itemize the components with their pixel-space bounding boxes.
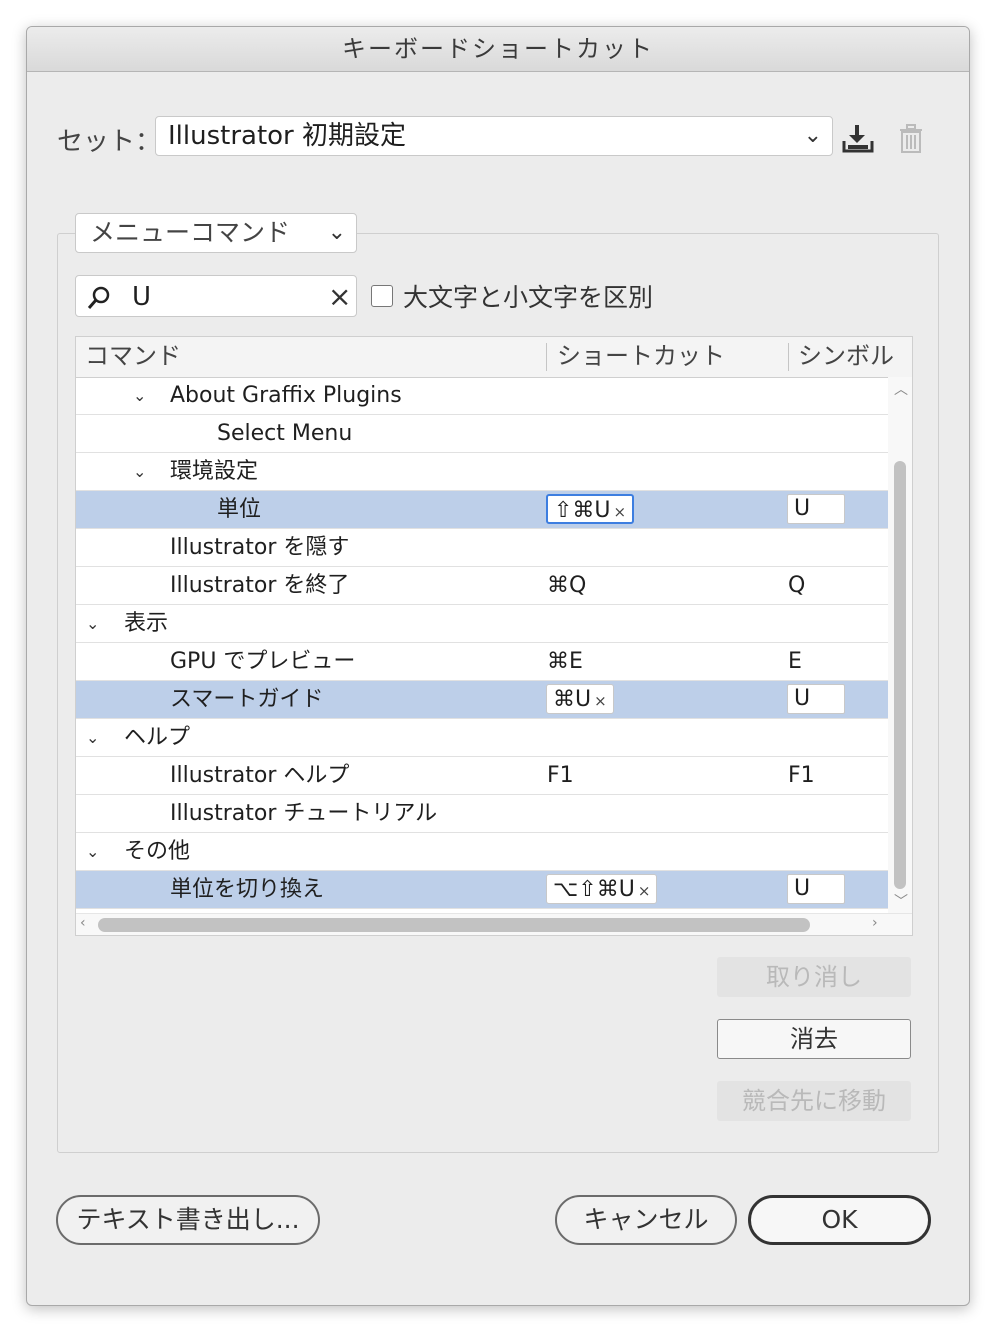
table-body: ⌄ About Graffix Plugins Select Menu ⌄ 環境設定単位… (76, 377, 888, 909)
cancel-button[interactable]: キャンセル (555, 1195, 737, 1245)
column-header-shortcut[interactable]: ショートカット (557, 337, 725, 375)
table-row[interactable]: ⌄ 環境設定 (76, 453, 888, 491)
column-divider (788, 343, 789, 371)
set-dropdown-value: Illustrator 初期設定 (168, 121, 407, 151)
command-label: Illustrator チュートリアル (170, 801, 438, 826)
symbol-field[interactable]: U (787, 494, 845, 524)
undo-button[interactable]: 取り消し (717, 957, 911, 997)
window-title: キーボードショートカット (27, 27, 969, 72)
chevron-down-icon[interactable]: ⌄ (86, 833, 99, 870)
remove-shortcut-icon[interactable]: × (614, 503, 627, 521)
table-row[interactable]: スマートガイド ⌘U × U (76, 681, 888, 719)
close-icon[interactable]: × (328, 280, 351, 314)
clear-button[interactable]: 消去 (717, 1019, 911, 1059)
trash-icon[interactable] (897, 123, 925, 159)
table-row[interactable]: ⌄ ヘルプ (76, 719, 888, 757)
command-label: 単位 (217, 497, 262, 522)
horizontal-scroll-thumb[interactable] (98, 918, 810, 932)
shortcut-value[interactable]: ⌘E (547, 643, 583, 680)
command-label: GPU でプレビュー (170, 649, 356, 674)
shortcut-table: コマンド ショートカット シンボル ⌄ About Graffix Plugins… (75, 336, 913, 936)
shortcut-field[interactable]: ⌥⇧⌘U × (546, 874, 658, 904)
symbol-value[interactable]: F1 (788, 757, 815, 794)
shortcut-value[interactable]: F1 (547, 757, 574, 794)
case-sensitive-label: 大文字と小文字を区別 (403, 283, 654, 312)
search-icon (86, 285, 112, 315)
chevron-down-icon: ⌄ (327, 220, 346, 245)
scroll-left-icon[interactable]: ‹ (80, 915, 86, 931)
shortcut-value: ⇧⌘U (554, 498, 611, 523)
download-icon[interactable] (841, 123, 877, 159)
shortcut-field[interactable]: ⌘U × (546, 684, 614, 714)
command-label: 単位を切り換え (170, 877, 325, 902)
command-label: 表示 (124, 611, 169, 636)
remove-shortcut-icon[interactable]: × (638, 882, 651, 900)
search-input[interactable]: U (132, 278, 151, 316)
command-label: スマートガイド (170, 687, 324, 712)
command-label: Illustrator ヘルプ (170, 763, 350, 788)
table-row[interactable]: ⌄ 表示 (76, 605, 888, 643)
table-row[interactable]: 単位 ⇧⌘U × U (76, 491, 888, 529)
shortcut-value[interactable]: ⌘Q (547, 567, 586, 604)
symbol-value[interactable]: E (788, 643, 802, 680)
command-label: About Graffix Plugins (170, 383, 402, 408)
command-label: Illustrator を隠す (170, 535, 350, 560)
table-header: コマンド ショートカット シンボル (76, 337, 912, 378)
chevron-down-icon[interactable]: ⌄ (133, 453, 146, 490)
horizontal-scrollbar[interactable]: ‹ › (76, 913, 912, 935)
chevron-down-icon[interactable]: ⌄ (133, 377, 146, 414)
table-row[interactable]: Illustrator ヘルプ F1 F1 (76, 757, 888, 795)
chevron-down-icon[interactable]: ⌄ (86, 605, 99, 642)
symbol-field[interactable]: U (787, 874, 845, 904)
table-row[interactable]: Select Menu (76, 415, 888, 453)
table-row[interactable]: Illustrator チュートリアル (76, 795, 888, 833)
shortcut-value: ⌥⇧⌘U (553, 877, 635, 902)
command-label: Illustrator を終了 (170, 573, 350, 598)
export-text-button[interactable]: テキスト書き出し... (56, 1195, 320, 1245)
vertical-scroll-thumb[interactable] (894, 461, 906, 889)
set-dropdown[interactable]: Illustrator 初期設定 ⌄ (155, 116, 833, 156)
vertical-scrollbar[interactable]: ︿ ﹀ (888, 377, 912, 913)
scroll-down-icon[interactable]: ﹀ (894, 891, 908, 911)
table-row[interactable]: Illustrator を終了 ⌘Q Q (76, 567, 888, 605)
command-label: その他 (124, 839, 191, 864)
command-label: ヘルプ (124, 725, 191, 750)
command-type-value: メニューコマンド (90, 218, 291, 247)
case-sensitive-checkbox[interactable] (371, 285, 393, 307)
command-label: 環境設定 (170, 459, 259, 484)
shortcut-field[interactable]: ⇧⌘U × (546, 494, 635, 524)
column-divider (546, 343, 547, 371)
table-row[interactable]: ⌄ その他 (76, 833, 888, 871)
table-row[interactable]: Illustrator を隠す (76, 529, 888, 567)
set-label: セット： (57, 127, 162, 157)
shortcut-value: ⌘U (553, 687, 592, 712)
table-row[interactable]: 単位を切り換え ⌥⇧⌘U × U (76, 871, 888, 909)
table-row[interactable]: GPU でプレビュー ⌘E E (76, 643, 888, 681)
remove-shortcut-icon[interactable]: × (594, 692, 607, 710)
column-header-symbol[interactable]: シンボル (798, 337, 894, 375)
symbol-value[interactable]: Q (788, 567, 805, 604)
scroll-up-icon[interactable]: ︿ (894, 379, 908, 399)
ok-button[interactable]: OK (748, 1195, 931, 1245)
go-to-conflict-button[interactable]: 競合先に移動 (717, 1081, 911, 1121)
chevron-down-icon: ⌄ (803, 123, 822, 148)
search-field[interactable]: U × (75, 275, 357, 317)
scroll-right-icon[interactable]: › (872, 915, 878, 931)
command-label: Select Menu (217, 421, 353, 446)
table-row[interactable]: ⌄ About Graffix Plugins (76, 377, 888, 415)
chevron-down-icon[interactable]: ⌄ (86, 719, 99, 756)
column-header-command[interactable]: コマンド (85, 337, 181, 375)
symbol-field[interactable]: U (787, 684, 845, 714)
command-type-dropdown[interactable]: メニューコマンド ⌄ (75, 213, 357, 253)
keyboard-shortcuts-dialog: キーボードショートカット セット： Illustrator 初期設定 ⌄ メニュ… (26, 26, 970, 1306)
